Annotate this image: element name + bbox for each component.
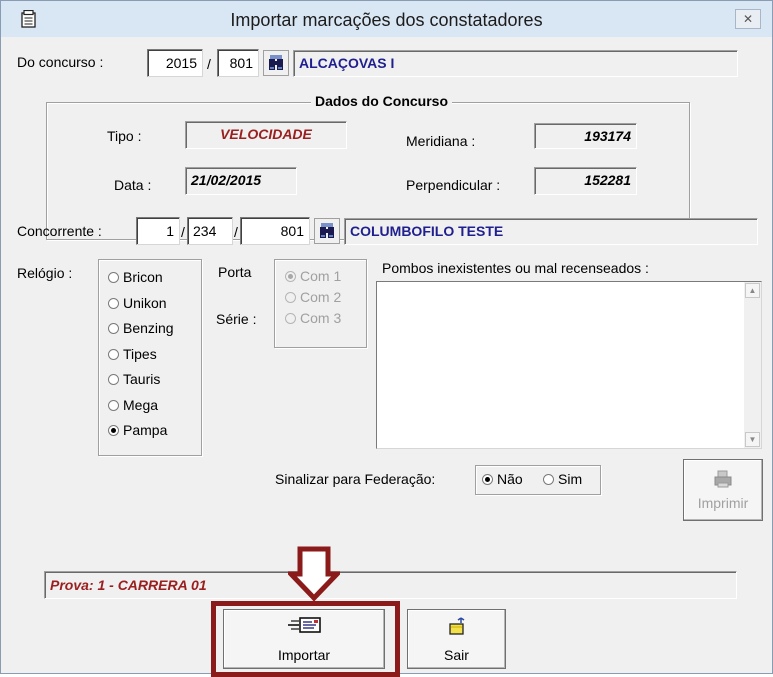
porta-option-label: Com 3 [300,310,342,326]
data-label: Data : [114,177,152,193]
relogio-option-label: Mega [123,396,159,413]
porta-radio[interactable] [285,271,296,282]
prova-display: Prova: 1 - CARRERA 01 [44,571,737,599]
concorrente-label: Concorrente : [17,223,102,239]
federacao-option-label: Não [497,471,523,487]
concorrente-separator-1: / [181,224,185,240]
concurso-number-field[interactable]: 801 [217,49,259,77]
porta-option-com-2[interactable]: Com 2 [285,289,341,305]
down-arrow-icon [288,546,340,602]
porta-option-com-3[interactable]: Com 3 [285,310,341,326]
close-button[interactable]: ✕ [735,9,761,29]
federacao-radio[interactable] [482,474,493,485]
concorrente-field-2[interactable]: 234 [187,217,233,245]
relogio-radio[interactable] [108,323,119,334]
meridiana-label: Meridiana : [406,133,476,149]
concurso-year-field[interactable]: 2015 [147,49,203,77]
dialog-window: Importar marcações dos constatadores ✕ D… [0,0,773,677]
relogio-option-mega[interactable]: Mega [108,397,158,413]
relogio-option-tipes[interactable]: Tipes [108,346,157,362]
concurso-separator: / [207,56,211,72]
sair-label: Sair [444,647,469,663]
relogio-radio[interactable] [108,425,119,436]
binoculars-icon [269,55,283,70]
perpendicular-value: 152281 [534,167,637,195]
relogio-option-tauris[interactable]: Tauris [108,371,160,387]
relogio-radio[interactable] [108,272,119,283]
serie-label: Série : [216,311,257,327]
relogio-option-pampa[interactable]: Pampa [108,422,167,438]
federacao-option-label: Sim [558,471,583,487]
federacao-label: Sinalizar para Federação: [275,471,436,487]
imprimir-label: Imprimir [697,495,749,511]
scroll-down-icon[interactable]: ▼ [745,432,760,447]
porta-option-label: Com 1 [300,268,342,284]
dados-concurso-title: Dados do Concurso [311,93,453,109]
dialog-body: Do concurso : 2015 / 801 ALCAÇOVAS I Dad… [9,37,766,677]
relogio-radio[interactable] [108,399,119,411]
porta-option-com-1[interactable]: Com 1 [285,268,341,284]
relogio-option-benzing[interactable]: Benzing [108,320,174,336]
concorrente-name-display: COLUMBOFILO TESTE [344,218,758,245]
window-title: Importar marcações dos constatadores [230,10,543,30]
relogio-option-label: Tauris [123,371,161,387]
importar-label: Importar [277,647,331,663]
porta-option-label: Com 2 [300,289,342,305]
exit-door-icon [448,617,464,635]
meridiana-value: 193174 [534,123,637,149]
imprimir-button[interactable]: Imprimir [683,459,763,521]
perpendicular-label: Perpendicular : [406,177,501,193]
relogio-option-unikon[interactable]: Unikon [108,295,167,311]
relogio-radio[interactable] [108,374,119,385]
relogio-option-label: Bricon [123,269,163,285]
concurso-name-display: ALCAÇOVAS I [293,50,738,77]
federacao-option-sim[interactable]: Sim [543,471,582,487]
concorrente-field-3[interactable]: 801 [240,217,310,245]
relogio-label: Relógio : [17,265,73,281]
concurso-search-button[interactable] [263,50,289,76]
relogio-radio[interactable] [108,348,119,360]
federacao-radio[interactable] [543,474,554,485]
sair-button[interactable]: Sair [407,609,506,669]
federacao-option-n-o[interactable]: Não [482,471,523,487]
concorrente-search-button[interactable] [314,218,340,244]
tipo-value: VELOCIDADE [185,121,347,149]
title-bar: Importar marcações dos constatadores ✕ [1,1,772,37]
porta-radio[interactable] [285,292,296,303]
data-value: 21/02/2015 [185,167,297,195]
concorrente-separator-2: / [234,224,238,240]
pombos-label: Pombos inexistentes ou mal recenseados : [382,260,649,276]
scroll-up-icon[interactable]: ▲ [745,283,760,298]
relogio-option-label: Unikon [123,294,167,311]
binoculars-icon [320,223,334,238]
porta-radio[interactable] [285,313,296,324]
importar-button[interactable]: Importar [223,609,385,669]
relogio-option-label: Pampa [123,422,168,438]
relogio-option-label: Tipes [123,345,157,362]
concorrente-field-1[interactable]: 1 [136,217,180,245]
porta-label: Porta [218,264,252,280]
pombos-textarea[interactable]: ▲ ▼ [376,281,762,449]
printer-icon [714,470,732,488]
pombos-scrollbar[interactable]: ▲ ▼ [744,282,761,448]
relogio-radio[interactable] [108,297,119,309]
relogio-option-label: Benzing [123,320,174,336]
import-icon [288,617,321,633]
tipo-label: Tipo : [107,128,142,144]
concurso-label: Do concurso : [17,54,104,70]
relogio-option-bricon[interactable]: Bricon [108,269,163,285]
